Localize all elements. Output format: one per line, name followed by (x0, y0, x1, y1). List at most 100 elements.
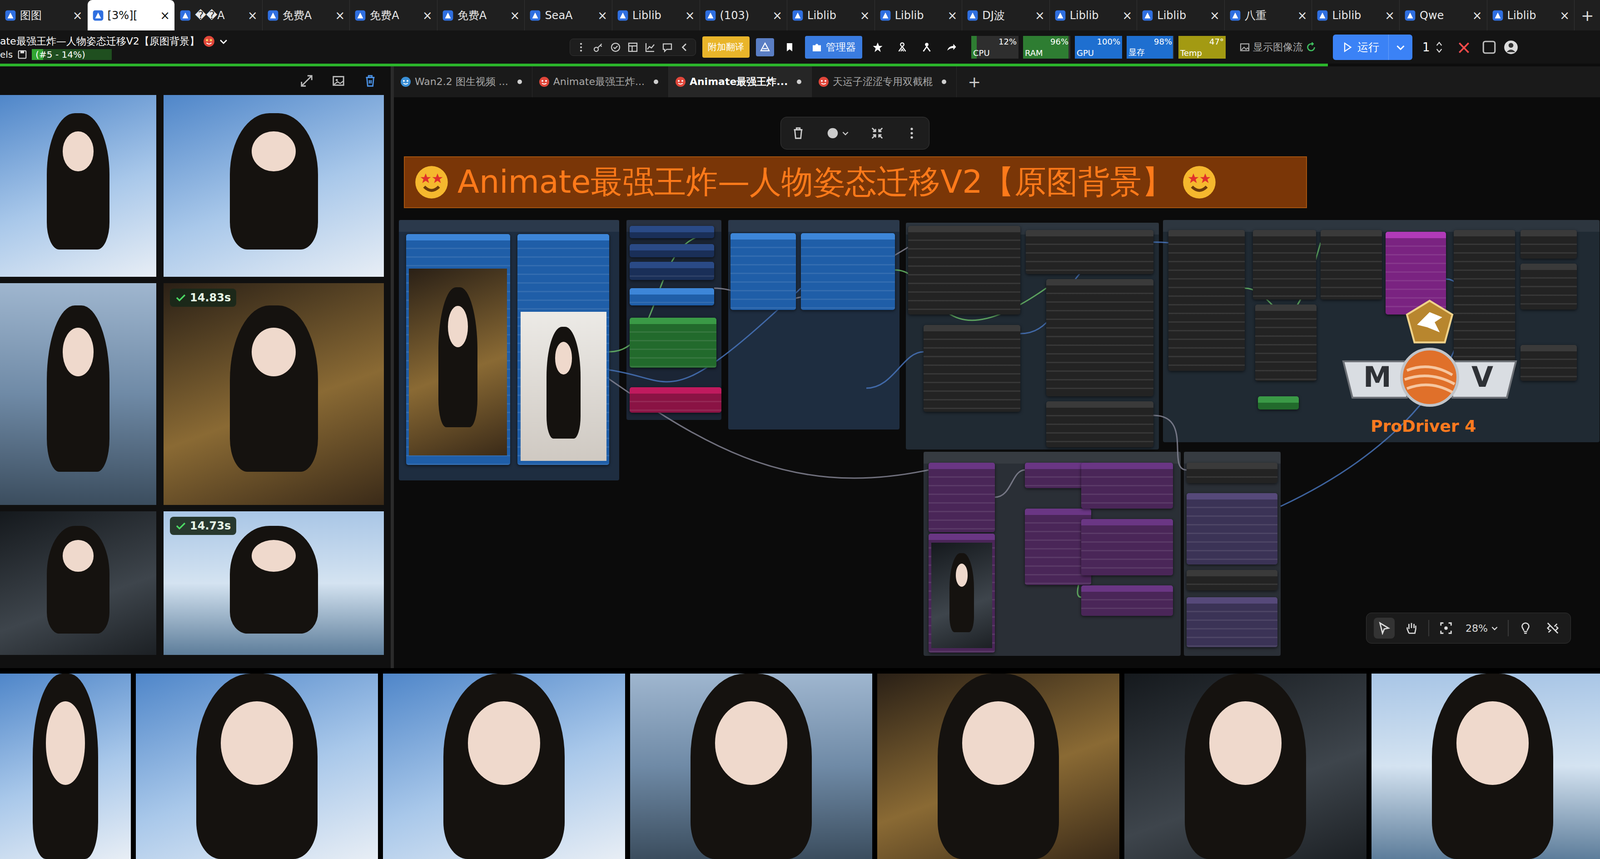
collapse-icon[interactable] (870, 126, 885, 140)
output-image[interactable] (0, 673, 131, 859)
browser-tab[interactable]: 图图× (0, 0, 88, 31)
close-tab-button[interactable]: × (72, 8, 83, 23)
output-image[interactable] (382, 673, 626, 859)
avatar-icon[interactable] (1503, 39, 1519, 55)
browser-tab[interactable]: SeaA× (524, 0, 613, 31)
gallery-image[interactable]: 14.73s (163, 511, 384, 655)
check-circle-icon[interactable] (610, 41, 622, 53)
browser-tab[interactable]: (103)× (700, 0, 788, 31)
workflow-node[interactable] (1025, 229, 1154, 274)
workflow-node[interactable] (923, 324, 1021, 412)
trash-icon[interactable] (363, 74, 378, 88)
workflow-node[interactable] (1252, 229, 1317, 300)
output-image[interactable] (630, 673, 873, 859)
workflow-node[interactable] (629, 225, 715, 239)
more-vertical-icon[interactable] (575, 41, 587, 53)
browser-tab[interactable]: 免费A× (349, 0, 438, 31)
workflow-tab[interactable]: Animate最强王炸... (532, 66, 669, 98)
clear-queue-button[interactable]: × (1452, 36, 1476, 58)
output-image[interactable] (1371, 673, 1600, 859)
workflow-title-note[interactable]: Animate最强王炸—人物姿态迁移V2【原图背景】 (403, 156, 1307, 209)
gallery-image[interactable] (0, 94, 157, 277)
workflow-tab[interactable]: Animate最强王炸... (668, 66, 813, 98)
workflow-node[interactable] (1257, 396, 1299, 410)
close-tab-button[interactable]: × (1034, 8, 1045, 23)
browser-tab[interactable]: DJ波× (962, 0, 1050, 31)
workflow-node[interactable] (1168, 229, 1245, 371)
trash-icon[interactable] (791, 126, 805, 140)
browser-tab[interactable]: Liblib× (612, 0, 701, 31)
close-tab-button[interactable]: × (1209, 8, 1220, 23)
node-canvas[interactable]: Animate最强王炸—人物姿态迁移V2【原图背景】MVProDriver 42… (393, 97, 1600, 668)
new-tab-button[interactable]: + (1574, 0, 1600, 31)
key-icon[interactable] (592, 41, 604, 53)
gallery-image[interactable]: 14.83s (163, 283, 384, 505)
close-tab-button[interactable]: × (1384, 8, 1395, 23)
comment-icon[interactable] (661, 41, 673, 53)
browser-tab[interactable]: Liblib× (874, 0, 963, 31)
close-tab-button[interactable]: × (247, 8, 258, 23)
close-tab-button[interactable]: × (859, 8, 870, 23)
image-flow-button[interactable]: 显示图像流 (1236, 39, 1320, 55)
browser-tab[interactable]: 八重× (1224, 0, 1313, 31)
workflow-node[interactable] (800, 233, 895, 310)
close-tab-button[interactable]: × (1559, 8, 1570, 23)
workflow-node[interactable] (629, 387, 722, 413)
panel-divider[interactable] (390, 66, 394, 668)
workflow-node[interactable] (1186, 462, 1278, 483)
close-tab-button[interactable]: × (1122, 8, 1133, 23)
browser-tab[interactable]: Liblib× (1049, 0, 1138, 31)
user-button[interactable] (893, 38, 912, 57)
browser-tab[interactable]: 免费A× (262, 0, 351, 31)
workflow-node[interactable] (1186, 569, 1278, 591)
color-picker[interactable] (825, 126, 850, 140)
workflow-node[interactable] (1520, 229, 1577, 259)
chevron-down-icon[interactable] (218, 36, 229, 47)
browser-tab[interactable]: ��A× (174, 0, 263, 31)
workflow-node[interactable] (1453, 229, 1516, 371)
workflow-node[interactable] (1046, 278, 1154, 397)
workflow-node[interactable] (1081, 585, 1173, 616)
new-workflow-button[interactable]: + (956, 66, 992, 98)
workflow-node[interactable] (1046, 401, 1154, 448)
browser-tab[interactable]: [3%][× (87, 0, 176, 31)
workflow-node[interactable] (629, 288, 715, 306)
more-vertical-icon[interactable] (904, 126, 919, 140)
close-tab-button[interactable]: × (159, 8, 170, 23)
close-tab-button[interactable]: × (947, 8, 958, 23)
browser-tab[interactable]: Liblib× (1137, 0, 1225, 31)
expand-icon[interactable] (299, 74, 314, 88)
workflow-node[interactable] (629, 261, 715, 280)
share-button[interactable] (942, 38, 961, 57)
batch-count-field[interactable]: 1 (1418, 39, 1447, 55)
browser-tab[interactable]: Liblib× (1311, 0, 1400, 31)
workflow-node[interactable] (1520, 344, 1577, 381)
gallery-image[interactable] (0, 511, 157, 655)
gallery-image[interactable] (0, 283, 157, 505)
image-icon[interactable] (331, 74, 346, 88)
close-tab-button[interactable]: × (772, 8, 783, 23)
save-icon[interactable] (17, 49, 28, 60)
close-tab-button[interactable]: × (510, 8, 521, 23)
workflow-node[interactable] (730, 233, 796, 310)
workflow-node[interactable] (629, 317, 717, 368)
translate-button[interactable]: 附加翻译 (702, 36, 750, 58)
select-tool-button[interactable] (1373, 617, 1395, 639)
run-button[interactable]: 运行 (1332, 34, 1389, 60)
output-image[interactable] (877, 673, 1120, 859)
workflow-tab[interactable]: 天运子涩涩专用双截棍 (811, 66, 957, 98)
close-tab-button[interactable]: × (597, 8, 608, 23)
workflow-node[interactable] (1385, 231, 1446, 315)
workflow-node[interactable] (1320, 229, 1382, 300)
workflow-node[interactable] (1081, 462, 1173, 509)
pan-tool-button[interactable] (1401, 617, 1422, 639)
window-icon[interactable] (1481, 39, 1497, 55)
output-image[interactable] (1124, 673, 1367, 859)
browser-tab[interactable]: Qwe× (1399, 0, 1488, 31)
workflow-tab[interactable]: Wan2.2 图生视频 ... (393, 66, 533, 98)
model-button[interactable] (755, 38, 775, 57)
layout-icon[interactable] (627, 41, 639, 53)
manager-button[interactable]: 管理器 (804, 35, 863, 59)
browser-tab[interactable]: Liblib× (1487, 0, 1576, 31)
chart-icon[interactable] (644, 41, 656, 53)
